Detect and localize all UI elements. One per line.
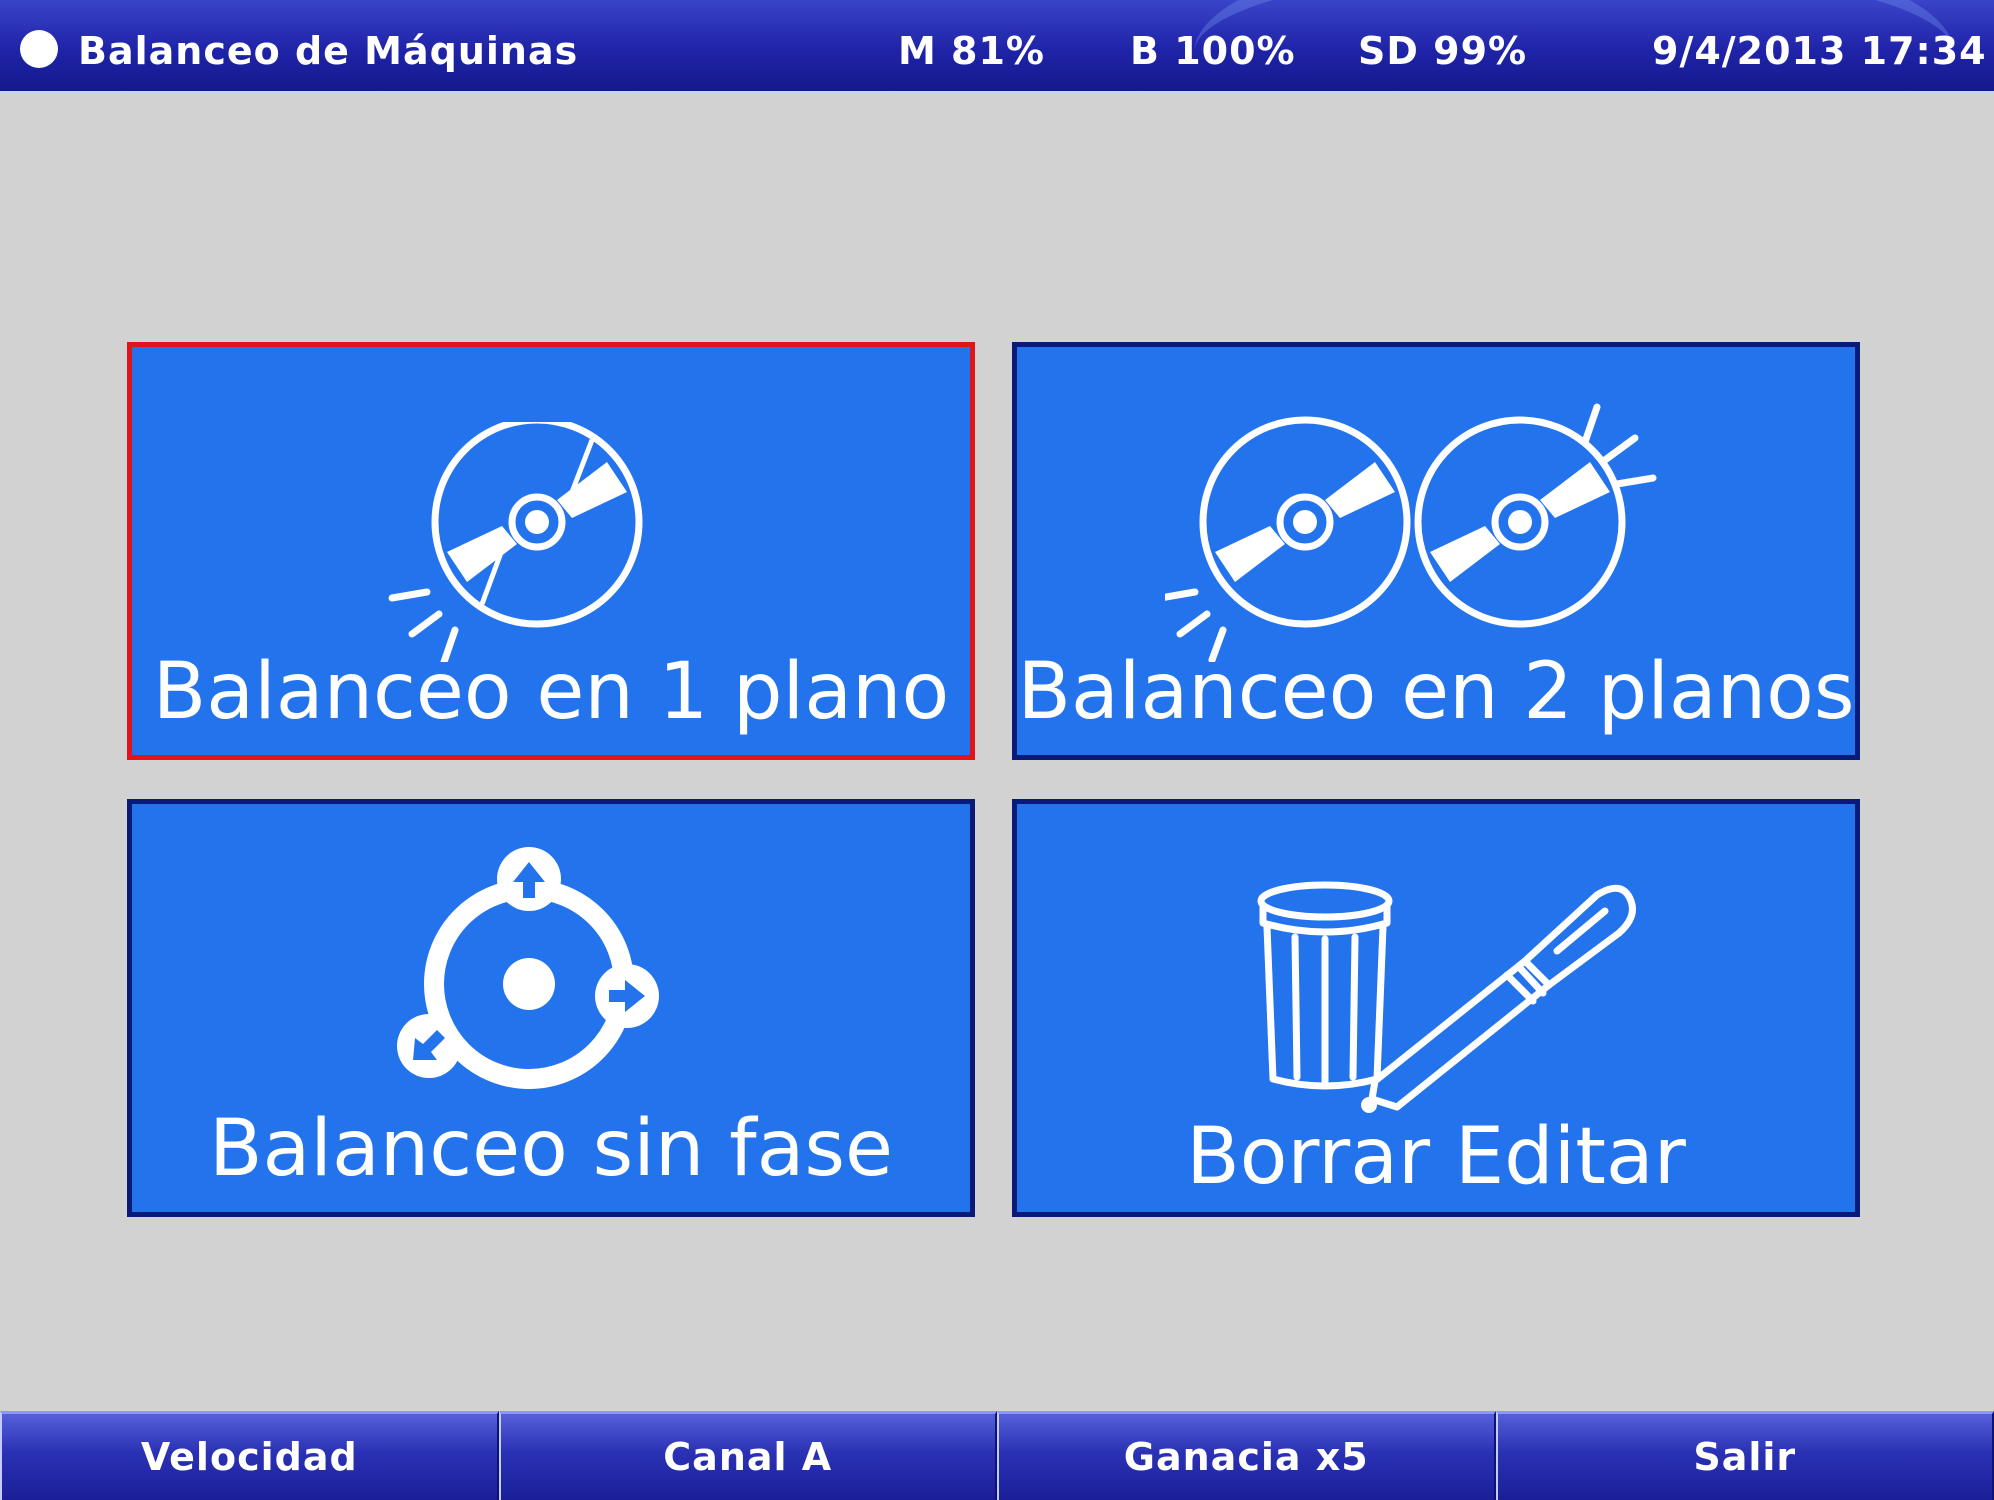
tile-balanceo-2-planos[interactable]: Balanceo en 2 planos xyxy=(1012,342,1860,760)
status-dot-icon xyxy=(20,30,58,68)
single-disc-icon xyxy=(388,422,643,662)
canal-button[interactable]: Canal A xyxy=(498,1411,997,1500)
double-disc-icon xyxy=(1165,403,1657,662)
rotor-arrows-icon xyxy=(397,847,659,1089)
ganancia-button[interactable]: Ganacia x5 xyxy=(997,1411,1496,1500)
datetime: 9/4/2013 17:34 xyxy=(1652,29,1987,73)
app-title: Balanceo de Máquinas xyxy=(78,29,579,73)
title-bar: Balanceo de Máquinas M 81% B 100% SD 99%… xyxy=(0,0,1994,94)
tile-label: Balanceo sin fase xyxy=(208,1104,894,1194)
trash-pen-icon xyxy=(1257,881,1636,1113)
tile-label: Balanceo en 2 planos xyxy=(1017,647,1855,737)
status-sd: SD 99% xyxy=(1358,29,1528,73)
tile-balanceo-1-plano[interactable]: Balanceo en 1 plano xyxy=(127,342,975,760)
tile-label: Borrar Editar xyxy=(1186,1112,1686,1202)
status-m: M 81% xyxy=(898,29,1045,73)
tile-balanceo-sin-fase[interactable]: Balanceo sin fase xyxy=(127,799,975,1217)
tile-label: Balanceo en 1 plano xyxy=(152,647,950,737)
salir-button[interactable]: Salir xyxy=(1495,1411,1994,1500)
function-bar: Velocidad Canal A Ganacia x5 Salir xyxy=(0,1411,1994,1500)
tile-borrar-editar[interactable]: Borrar Editar xyxy=(1012,799,1860,1217)
status-b: B 100% xyxy=(1130,29,1296,73)
velocidad-button[interactable]: Velocidad xyxy=(0,1411,499,1500)
